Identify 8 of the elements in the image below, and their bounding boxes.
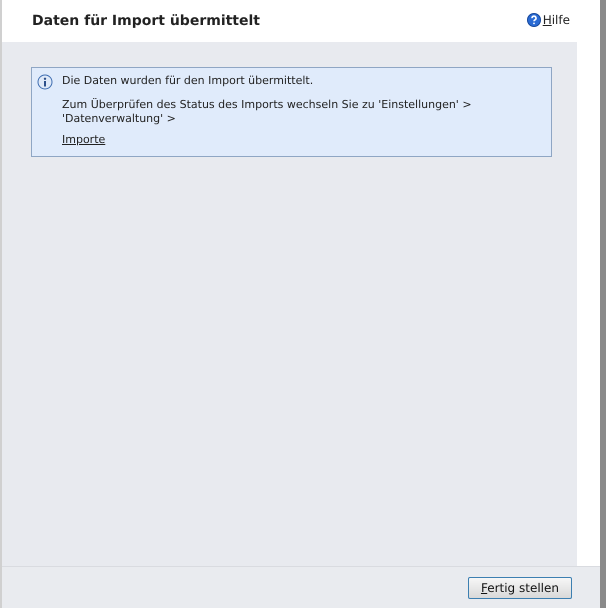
help-icon [526, 13, 541, 27]
help-link[interactable]: Hilfe [526, 11, 570, 29]
info-message: Die Daten wurden für den Import übermittelt. [62, 74, 314, 88]
info-icon [36, 74, 54, 92]
info-instruction: Zum Überprüfen des Status des Imports wechseln Sie zu 'Einstellungen' > 'Datenverwaltung' > [62, 98, 473, 126]
finish-button[interactable]: Fertig stellen [468, 576, 572, 598]
imports-link[interactable]: Importe [62, 133, 106, 147]
dialog-title: Daten für Import übermittelt [32, 12, 260, 31]
